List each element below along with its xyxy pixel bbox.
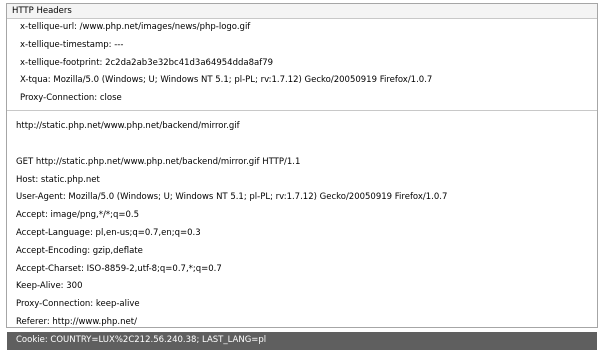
request-header-line[interactable]: Host: static.php.net <box>7 172 597 190</box>
panel-title: HTTP Headers <box>7 4 597 19</box>
request-header-line[interactable]: Accept-Language: pl,en-us;q=0.7,en;q=0.3 <box>7 225 597 243</box>
request-section: http://static.php.net/www.php.net/backen… <box>7 118 597 350</box>
request-header-line[interactable]: Accept-Encoding: gzip,deflate <box>7 243 597 261</box>
section-divider <box>7 110 597 111</box>
request-header-line[interactable]: Referer: http://www.php.net/ <box>7 314 597 332</box>
request-header-line[interactable]: GET http://static.php.net/www.php.net/ba… <box>7 154 597 172</box>
response-headers-list: x-tellique-url: /www.php.net/images/news… <box>7 19 597 108</box>
http-headers-panel: HTTP Headers x-tellique-url: /www.php.ne… <box>6 3 598 350</box>
request-header-line[interactable]: Proxy-Connection: keep-alive <box>7 296 597 314</box>
response-header-line[interactable]: x-tellique-url: /www.php.net/images/news… <box>20 19 597 37</box>
selected-cookie-line[interactable]: Cookie: COUNTRY=LUX%2C212.56.240.38; LAS… <box>7 331 597 350</box>
response-header-line[interactable]: Proxy-Connection: close <box>20 90 597 108</box>
response-header-line[interactable]: x-tellique-footprint: 2c2da2ab3e32bc41d3… <box>20 55 597 73</box>
response-header-line[interactable]: X-tqua: Mozilla/5.0 (Windows; U; Windows… <box>20 72 597 90</box>
request-url[interactable]: http://static.php.net/www.php.net/backen… <box>7 118 597 136</box>
request-header-line[interactable]: User-Agent: Mozilla/5.0 (Windows; U; Win… <box>7 189 597 207</box>
request-header-line[interactable]: Accept: image/png,*/*;q=0.5 <box>7 207 597 225</box>
response-header-line[interactable]: x-tellique-timestamp: --- <box>20 37 597 55</box>
request-header-line[interactable]: Keep-Alive: 300 <box>7 278 597 296</box>
request-header-line[interactable]: Accept-Charset: ISO-8859-2,utf-8;q=0.7,*… <box>7 261 597 279</box>
